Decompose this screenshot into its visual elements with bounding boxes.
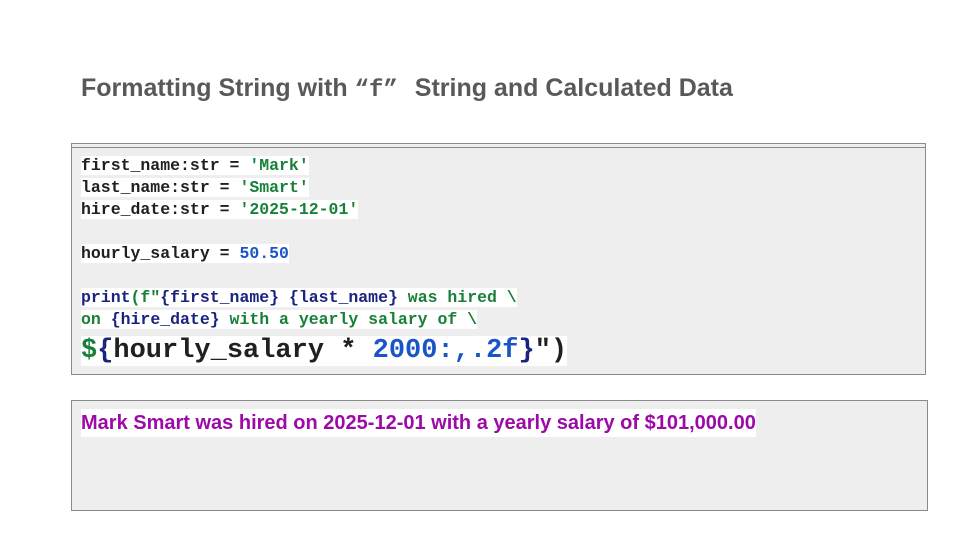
code-brace-open: {: [97, 336, 114, 366]
code-fstring-text: with a yearly salary of \: [219, 310, 478, 329]
code-placeholder: {last_name}: [288, 288, 398, 307]
code-line-4: hourly_salary = 50.50: [81, 243, 567, 265]
code-block: first_name:str = 'Mark' last_name:str = …: [71, 143, 926, 375]
code-var: hourly_salary =: [81, 244, 240, 263]
code-format-spec: :,.2f: [437, 336, 519, 366]
title-text-after: String and Calculated Data: [414, 74, 733, 102]
code-line-5: print(f"{first_name} {last_name} was hir…: [81, 287, 567, 309]
code-line-2: last_name:str = 'Smart': [81, 177, 567, 199]
code-var: last_name:str =: [81, 178, 240, 197]
code-line-6: on {hire_date} with a yearly salary of \: [81, 309, 567, 331]
code-string: 'Smart': [239, 178, 309, 197]
code-number: 2000: [372, 336, 438, 366]
code-string: 'Mark': [249, 156, 309, 175]
code-var: hire_date:str =: [81, 200, 240, 219]
output-text: Mark Smart was hired on 2025-12-01 with …: [81, 409, 756, 437]
code-placeholder: {hire_date}: [110, 310, 220, 329]
code-var: first_name:str =: [81, 156, 250, 175]
code-line-1: first_name:str = 'Mark': [81, 155, 567, 177]
slide-title: Formatting String with “f” String and Ca…: [81, 70, 733, 109]
code-fstring-text: was hired \: [397, 288, 517, 307]
code-expression: hourly_salary *: [113, 336, 373, 366]
code-line-7: ${hourly_salary * 2000:,.2f}"): [81, 331, 568, 371]
code-fstring-start: (f": [130, 288, 161, 307]
code-dollar: $: [81, 336, 98, 366]
code-keyword: print: [81, 288, 131, 307]
code-fstring-text: on: [81, 310, 111, 329]
code-line-3: hire_date:str = '2025-12-01': [81, 199, 567, 221]
code-placeholder: {first_name}: [160, 288, 280, 307]
title-code-f: “f”: [354, 77, 398, 104]
code-string: '2025-12-01': [239, 200, 359, 219]
code-brace-close: }: [518, 336, 535, 366]
code-end: "): [534, 336, 568, 366]
code-content: first_name:str = 'Mark' last_name:str = …: [81, 155, 568, 371]
code-number: 50.50: [239, 244, 289, 263]
output-block: Mark Smart was hired on 2025-12-01 with …: [71, 400, 928, 511]
title-text-before: Formatting String with: [81, 74, 348, 102]
